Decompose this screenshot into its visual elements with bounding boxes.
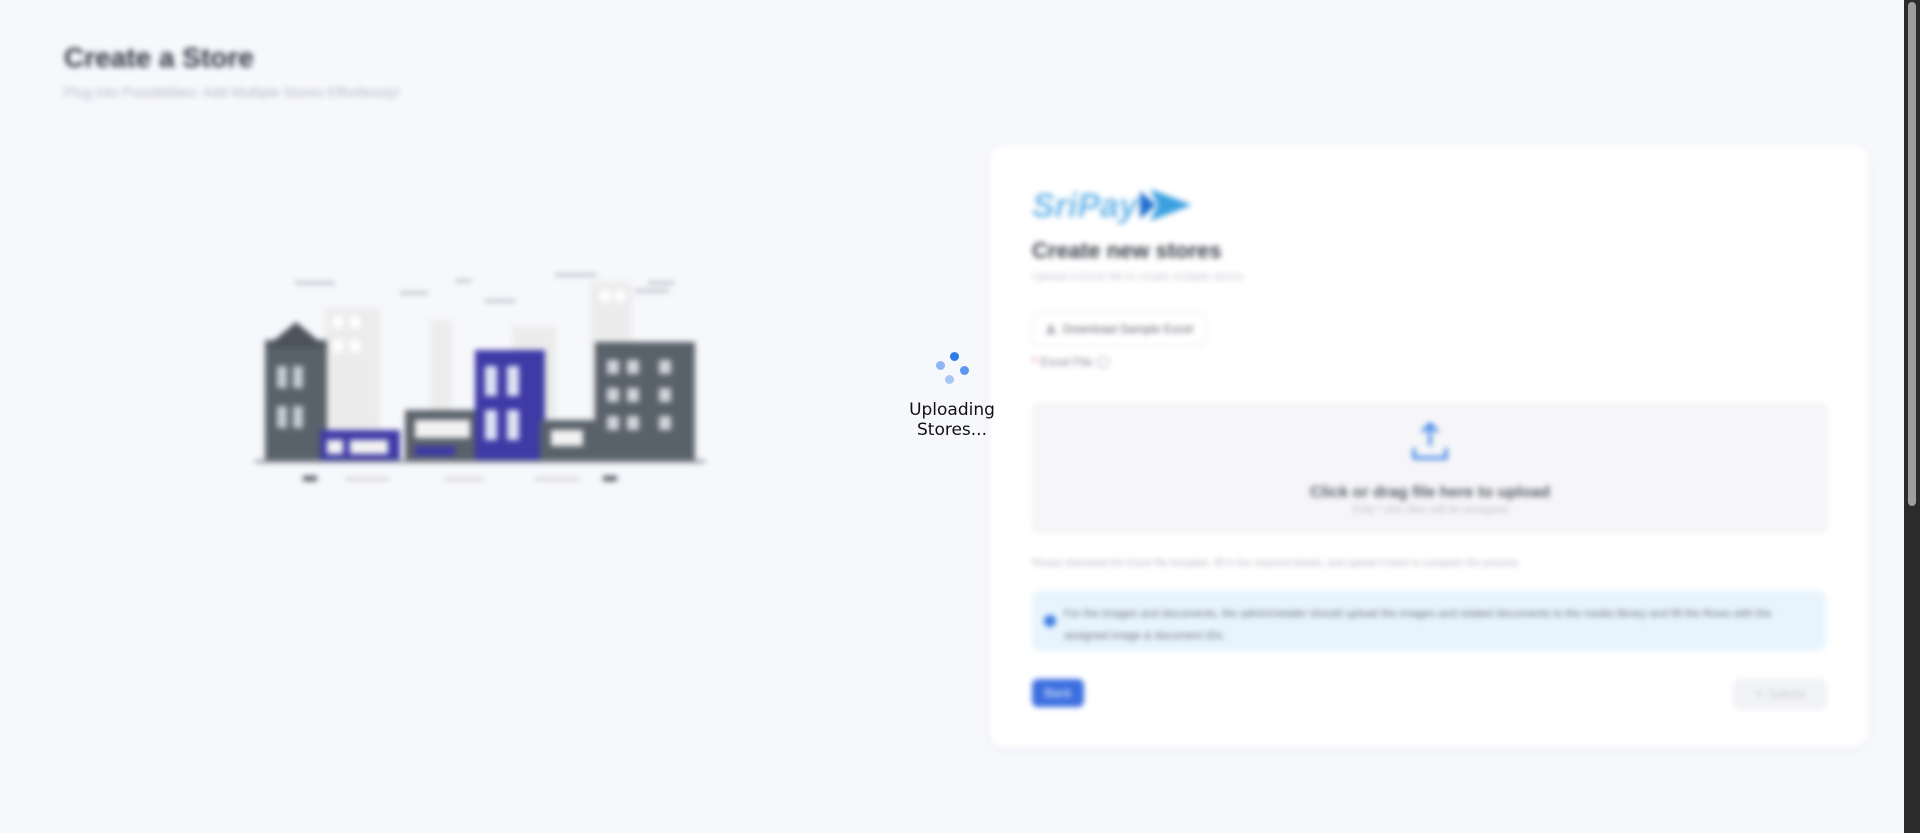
spinner-dot [950, 352, 959, 361]
scrollbar-thumb[interactable] [1908, 2, 1916, 506]
spinner-dot [960, 366, 969, 375]
spinner-dot [936, 361, 945, 370]
loading-text: Uploading Stores... [909, 400, 995, 440]
spinner-dot [945, 375, 954, 384]
vertical-scrollbar[interactable] [1904, 0, 1920, 833]
loading-overlay: Uploading Stores... [0, 0, 1904, 833]
loading-spinner [934, 352, 970, 388]
